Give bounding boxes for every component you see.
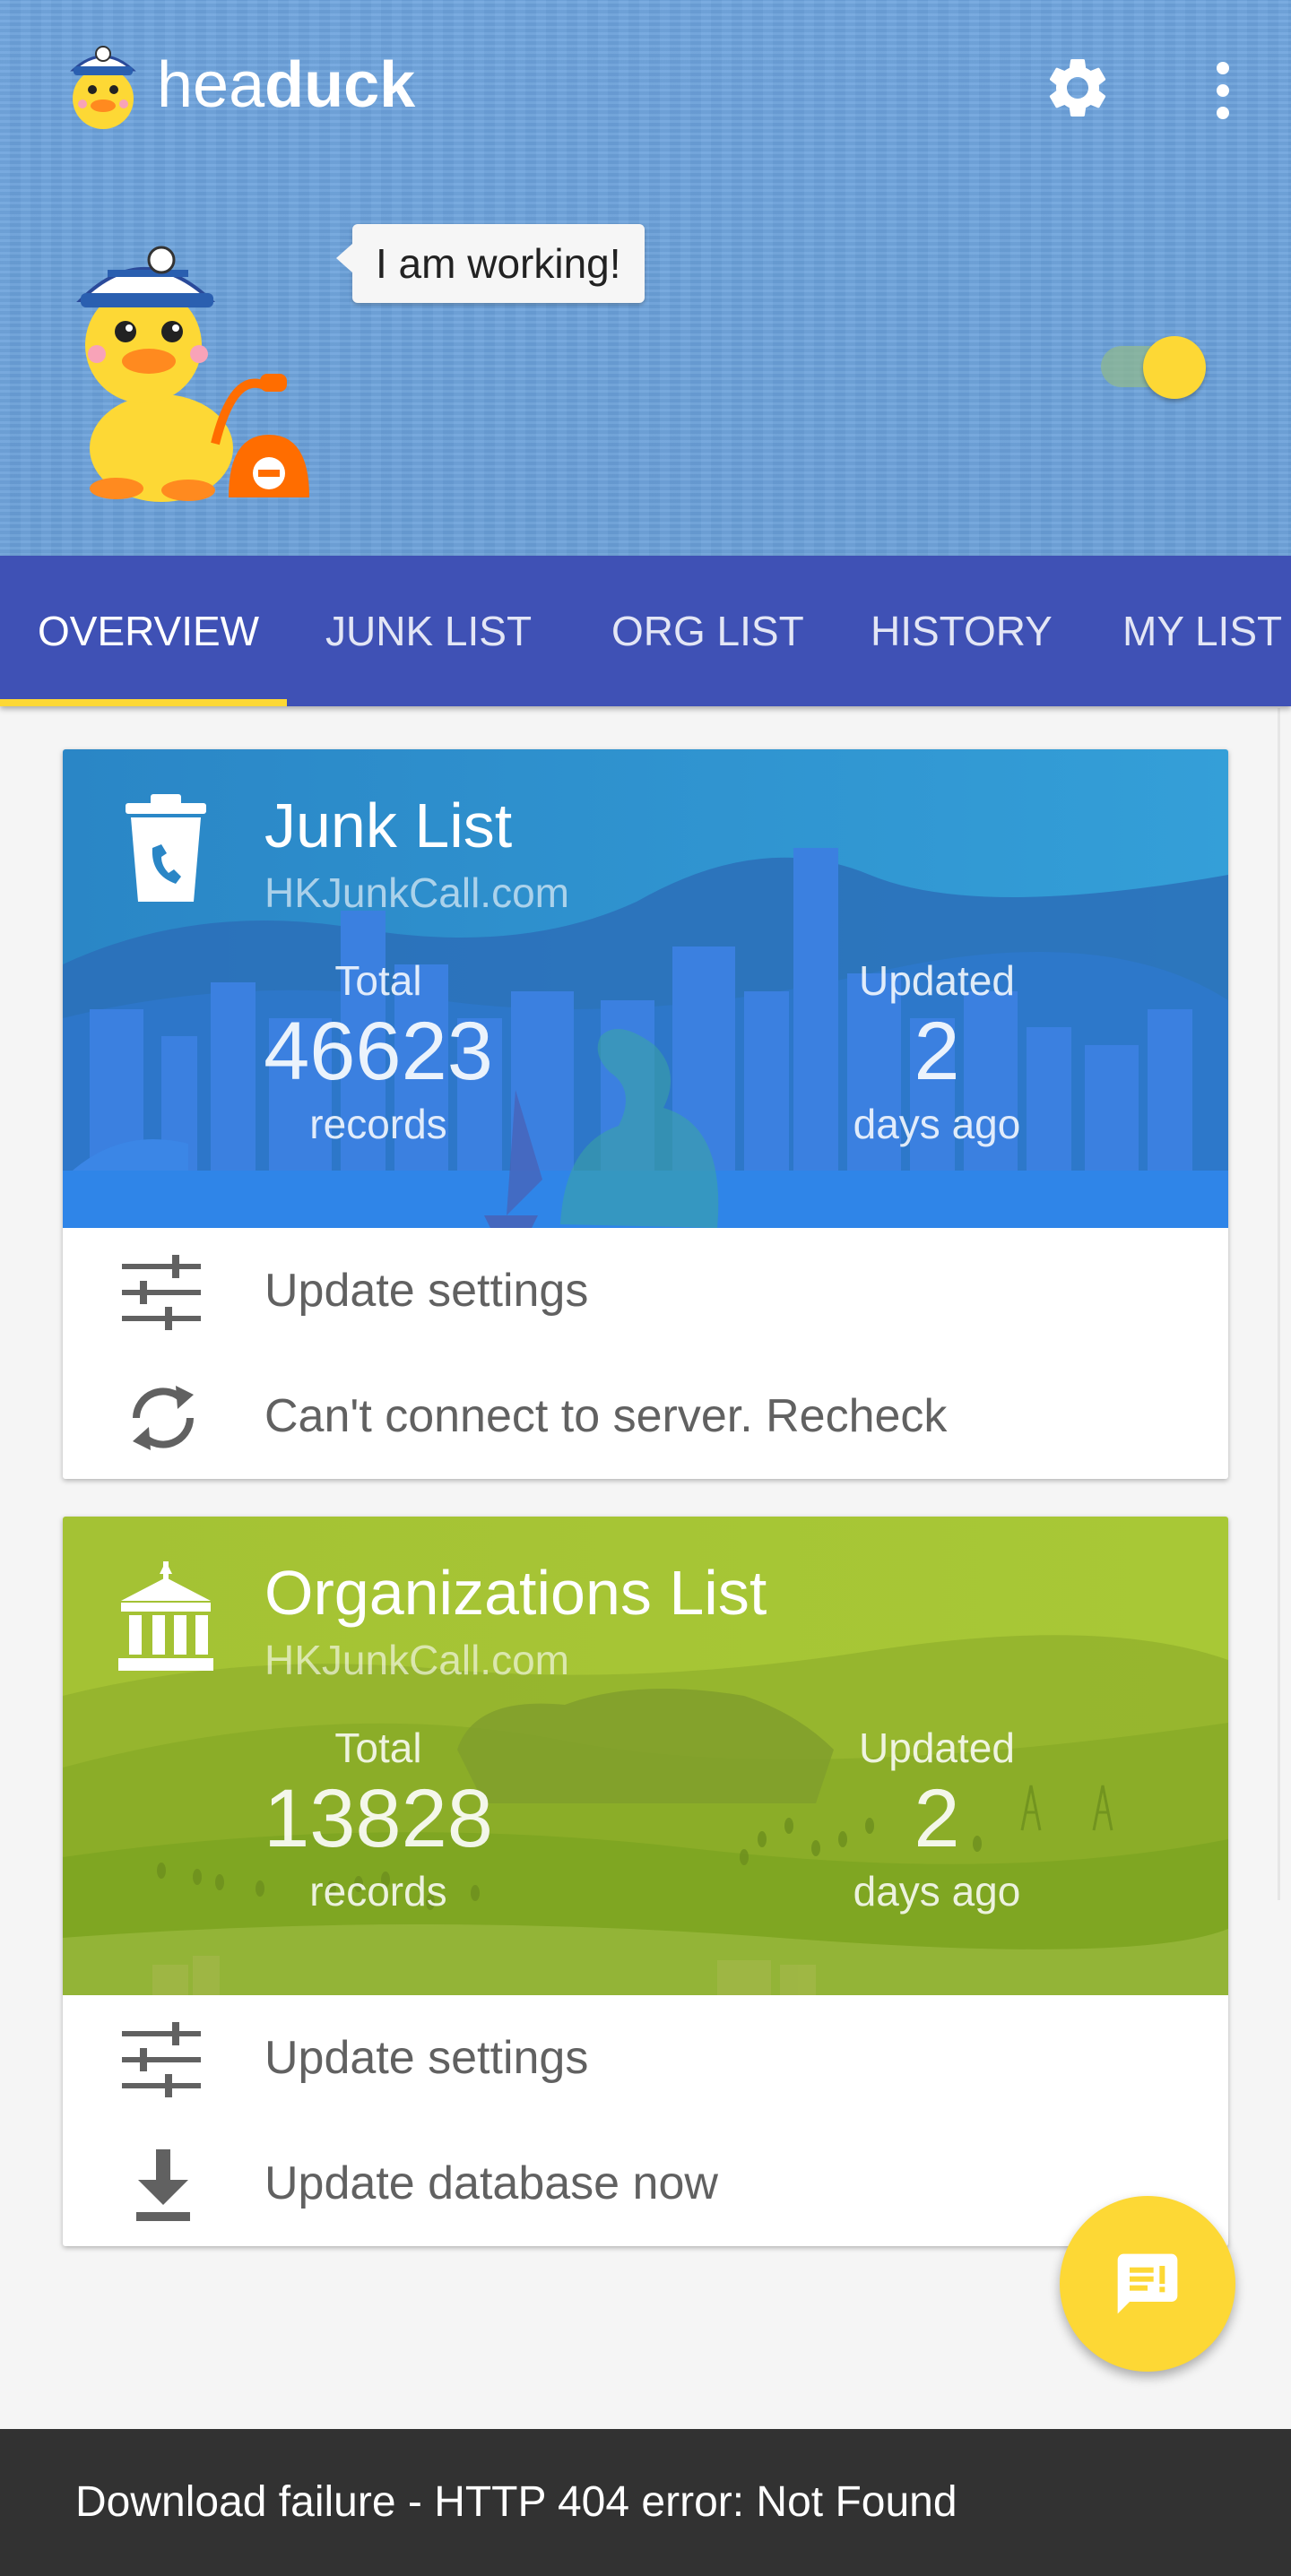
app-title-bold: duck [264, 49, 416, 121]
org-update-settings-row[interactable]: Update settings [63, 1995, 1228, 2121]
snackbar-message: Download failure - HTTP 404 error: Not F… [75, 2478, 957, 2526]
app-header: headuck I am working! [0, 0, 1291, 556]
org-list-hero[interactable]: Organizations List HKJunkCall.com Total … [63, 1517, 1228, 1995]
sync-icon [133, 1386, 194, 1450]
snackbar: Download failure - HTTP 404 error: Not F… [0, 2429, 1291, 2576]
junk-recheck-row[interactable]: Can't connect to server. Recheck [63, 1353, 1228, 1479]
app-title-light: hea [157, 49, 265, 121]
gear-icon[interactable] [1042, 52, 1113, 124]
org-total-value: 13828 [264, 1773, 493, 1864]
org-update-database-label: Update database now [264, 2157, 718, 2209]
junk-total-value: 46623 [264, 1006, 493, 1097]
service-toggle[interactable] [1143, 336, 1206, 399]
duck-mascot-icon [76, 246, 309, 502]
org-updated-value: 2 [914, 1773, 960, 1864]
scroll-edge [1278, 708, 1280, 1900]
junk-update-settings-row[interactable]: Update settings [63, 1228, 1228, 1353]
junk-total-unit: records [309, 1101, 447, 1147]
org-card-title: Organizations List [264, 1558, 767, 1628]
feedback-fab[interactable] [1060, 2196, 1235, 2372]
org-total-label: Total [334, 1725, 422, 1771]
junk-updated-unit: days ago [853, 1101, 1021, 1147]
org-update-settings-label: Update settings [264, 2032, 589, 2084]
org-updated-unit: days ago [853, 1868, 1021, 1915]
junk-update-settings-label: Update settings [264, 1265, 589, 1317]
bank-icon [118, 1561, 213, 1671]
tab-org-list[interactable]: ORG LIST [611, 556, 804, 706]
tab-junk-list[interactable]: JUNK LIST [325, 556, 532, 706]
feedback-icon [1117, 2253, 1178, 2314]
org-updated-label: Updated [859, 1725, 1015, 1771]
download-icon [136, 2149, 190, 2221]
duck-logo-icon [70, 46, 136, 129]
tab-bar: OVERVIEW JUNK LIST ORG LIST HISTORY MY L… [0, 556, 1291, 706]
trash-phone-icon [126, 794, 206, 902]
tab-history[interactable]: HISTORY [871, 556, 1053, 706]
tab-overview[interactable]: OVERVIEW [38, 556, 259, 706]
junk-card-source: HKJunkCall.com [264, 869, 569, 916]
org-update-database-row[interactable]: Update database now [63, 2121, 1228, 2246]
tab-my-list[interactable]: MY LIST [1122, 556, 1282, 706]
junk-list-card: Junk List HKJunkCall.com Total 46623 rec… [63, 749, 1228, 1479]
junk-recheck-label: Can't connect to server. Recheck [264, 1390, 948, 1442]
junk-updated-label: Updated [859, 957, 1015, 1004]
more-vert-icon[interactable] [1207, 59, 1239, 122]
junk-list-hero[interactable]: Junk List HKJunkCall.com Total 46623 rec… [63, 749, 1228, 1228]
tab-indicator [0, 699, 287, 706]
junk-total-label: Total [334, 957, 422, 1004]
tune-icon [122, 1255, 201, 1330]
org-total-unit: records [309, 1868, 447, 1915]
tune-icon [122, 2022, 201, 2097]
org-list-card: Organizations List HKJunkCall.com Total … [63, 1517, 1228, 2246]
speech-bubble: I am working! [336, 224, 645, 303]
junk-card-title: Junk List [264, 791, 513, 860]
junk-updated-value: 2 [914, 1006, 960, 1097]
org-card-source: HKJunkCall.com [264, 1637, 569, 1683]
app-title: headuck [157, 45, 415, 125]
